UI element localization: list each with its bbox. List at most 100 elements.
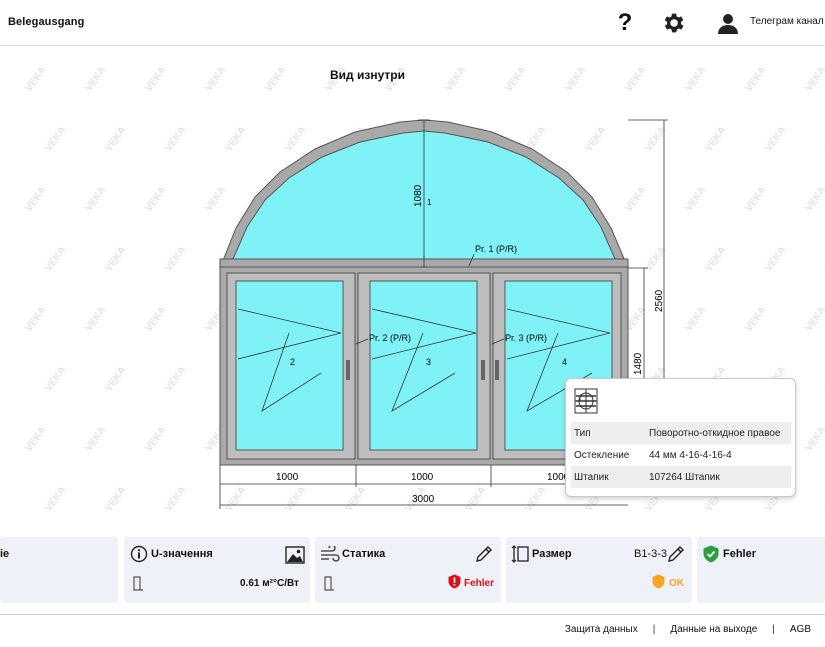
watermark-text: VEKA — [103, 245, 128, 274]
watermark-text: VEKA — [623, 185, 648, 214]
top-header: Belegausgang ? Телеграм канал — [0, 0, 825, 46]
card-statika[interactable]: Статика Fehler — [315, 537, 501, 603]
tooltip-key: Штапик — [574, 471, 609, 483]
tooltip-value: 107264 Штапик — [649, 471, 720, 483]
tooltip-row-bead: Штапик 107264 Штапик — [571, 466, 791, 488]
tooltip-key: Тип — [574, 427, 591, 439]
watermark-text: VEKA — [163, 245, 188, 274]
tooltip-key: Остекление — [574, 449, 630, 461]
watermark-text: VEKA — [203, 65, 228, 94]
card-partial[interactable]: ie — [0, 537, 118, 603]
statika-status: Fehler — [464, 578, 495, 589]
watermark-text: VEKA — [643, 125, 668, 154]
card-u-value[interactable]: U-значення 0.61 м²°C/Вт — [124, 537, 310, 603]
watermark-text: VEKA — [83, 425, 108, 454]
agb-link[interactable]: AGB — [790, 624, 811, 635]
view-title: Вид изнутри — [330, 68, 405, 82]
watermark-text: VEKA — [743, 65, 768, 94]
profile-label-pr1: Pr. 1 (P/R) — [475, 244, 517, 254]
watermark-text: VEKA — [683, 65, 708, 94]
watermark-text: VEKA — [203, 185, 228, 214]
watermark-text: VEKA — [703, 245, 728, 274]
watermark-text: VEKA — [163, 365, 188, 394]
watermark-text: VEKA — [43, 125, 68, 154]
watermark-text: VEKA — [443, 65, 468, 94]
error-shield-icon — [448, 574, 461, 589]
watermark-text: VEKA — [803, 305, 825, 334]
image-icon[interactable] — [285, 546, 305, 564]
dim-arch-height-label: 1080 — [413, 184, 424, 207]
watermark-text: VEKA — [23, 305, 48, 334]
footer: Защита данных | Данные на выходе | AGB — [0, 614, 825, 647]
glass-stack-icon[interactable] — [573, 388, 599, 414]
sash-2-glass[interactable] — [369, 280, 478, 451]
dim-sash-width-label: 1000 — [411, 472, 434, 483]
watermark-text: VEKA — [143, 305, 168, 334]
card-title: Размер — [532, 548, 572, 560]
handle-icon[interactable] — [481, 360, 485, 380]
wind-icon — [321, 546, 340, 562]
dim-total-height-label: 2560 — [654, 289, 665, 312]
watermark-text: VEKA — [803, 65, 825, 94]
watermark-text: VEKA — [23, 185, 48, 214]
size-icon — [511, 545, 529, 563]
brand-title: Belegausgang — [8, 16, 85, 28]
help-icon[interactable]: ? — [611, 9, 639, 37]
profile-label-pr2: Pr. 2 (P/R) — [369, 333, 411, 343]
watermark-text: VEKA — [43, 245, 68, 274]
card-fehler[interactable]: Fehler — [697, 537, 825, 603]
watermark-text: VEKA — [103, 125, 128, 154]
watermark-text: VEKA — [743, 185, 768, 214]
u-value-text: 0.61 м²°C/Вт — [240, 578, 299, 589]
user-icon[interactable] — [714, 9, 742, 37]
card-title: U-значення — [151, 548, 213, 560]
card-razmer[interactable]: Размер B1-3-3 OK — [506, 537, 692, 603]
watermark-text: VEKA — [703, 125, 728, 154]
dim-arch-index: 1 — [427, 198, 432, 207]
watermark-text: VEKA — [643, 245, 668, 274]
sash-info-tooltip: Тип Поворотно-откидное правое Остекление… — [565, 378, 796, 497]
dim-total-width-label: 3000 — [412, 494, 435, 505]
window-small-icon — [133, 576, 143, 591]
output-data-link[interactable]: Данные на выходе — [670, 624, 757, 635]
dim-lower-height-label: 1480 — [633, 352, 644, 375]
watermark-text: VEKA — [803, 185, 825, 214]
app-root: Belegausgang ? Телеграм канал VEKA VEKA VE… — [0, 0, 825, 647]
watermark-text: VEKA — [563, 65, 588, 94]
watermark-text: VEKA — [523, 485, 548, 514]
card-title: Fehler — [723, 548, 757, 560]
watermark-text: VEKA — [83, 185, 108, 214]
watermark-text: VEKA — [623, 65, 648, 94]
window-drawing-area: VEKA VEKA VEKA VEKA VEKA VEKA VEKA VEKA VEKA VEKA… — [0, 47, 825, 532]
watermark-text: VEKA — [283, 125, 308, 154]
pencil-icon[interactable] — [475, 545, 493, 563]
watermark-text: VEKA — [223, 125, 248, 154]
watermark-text: VEKA — [43, 365, 68, 394]
watermark-text: VEKA — [163, 125, 188, 154]
watermark-text: VEKA — [23, 425, 48, 454]
watermark-text: VEKA — [163, 485, 188, 514]
watermark-text: VEKA — [143, 65, 168, 94]
gear-icon[interactable] — [659, 9, 687, 37]
sash-number: 3 — [426, 357, 431, 367]
window-small-icon — [324, 576, 334, 591]
watermark-text: VEKA — [683, 185, 708, 214]
size-status: OK — [669, 578, 684, 589]
watermark-text: VEKA — [763, 125, 788, 154]
watermark-text: VEKA — [103, 365, 128, 394]
pencil-icon[interactable] — [667, 545, 685, 563]
handle-icon[interactable] — [495, 360, 499, 380]
sash-number: 4 — [562, 357, 567, 367]
footer-separator: | — [652, 624, 656, 635]
sash-number: 2 — [290, 357, 295, 367]
watermark-text: VEKA — [23, 65, 48, 94]
telegram-channel-link[interactable]: Телеграм канал — [750, 16, 824, 27]
tooltip-value: Поворотно-откидное правое — [649, 427, 781, 439]
privacy-link[interactable]: Защита данных — [565, 624, 638, 635]
tooltip-row-glazing: Остекление 44 мм 4-16-4-16-4 — [571, 444, 791, 466]
watermark-text: VEKA — [743, 305, 768, 334]
watermark-text: VEKA — [263, 65, 288, 94]
footer-separator: | — [772, 624, 775, 635]
handle-icon[interactable] — [346, 360, 350, 380]
watermark-text: VEKA — [83, 65, 108, 94]
